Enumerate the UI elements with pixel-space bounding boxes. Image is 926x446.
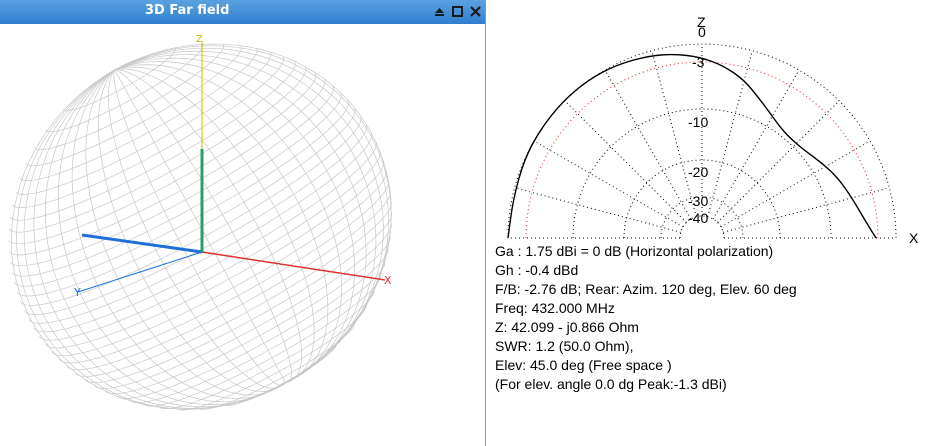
grid-spoke bbox=[720, 140, 871, 228]
grid-spoke bbox=[723, 187, 890, 233]
grid-spoke bbox=[717, 100, 840, 223]
mesh-line bbox=[11, 69, 286, 410]
grid-spoke bbox=[533, 140, 684, 228]
ring-label-0: 0 bbox=[698, 24, 706, 40]
mesh-line bbox=[45, 69, 286, 405]
antenna-info-panel: Ga : 1.75 dBi = 0 dB (Horizontal polariz… bbox=[495, 242, 925, 394]
gain-line: Ga : 1.75 dBi = 0 dB (Horizontal polariz… bbox=[495, 243, 774, 259]
mesh-line bbox=[33, 69, 286, 408]
close-icon[interactable] bbox=[468, 4, 483, 19]
ring-label-3: -3 bbox=[692, 54, 705, 70]
x-axis-label: X bbox=[384, 274, 392, 287]
shade-icon[interactable] bbox=[432, 4, 447, 19]
ring-label-40: -40 bbox=[688, 210, 708, 226]
ring-label-10: -10 bbox=[688, 114, 708, 130]
y-axis bbox=[81, 233, 203, 254]
frequency-line: Freq: 432.000 MHz bbox=[495, 300, 615, 316]
window-title: 3D Far field bbox=[145, 3, 230, 18]
maximize-icon[interactable] bbox=[450, 4, 465, 19]
3d-pattern-canvas[interactable]: X Y Z bbox=[0, 24, 485, 446]
radiation-pattern-mesh bbox=[8, 43, 393, 411]
polar-pattern-plot[interactable]: Z X 0 -3 -10 -20 -30 -40 bbox=[488, 0, 926, 246]
grid-spoke bbox=[712, 69, 800, 220]
ring-label-30: -30 bbox=[688, 193, 708, 209]
mesh-line bbox=[19, 48, 258, 181]
impedance-line: Z: 42.099 - j0.866 Ohm bbox=[495, 319, 639, 335]
grid-spoke bbox=[707, 50, 753, 217]
mesh-line bbox=[158, 288, 375, 410]
grid-spoke bbox=[651, 50, 697, 217]
grid-spoke bbox=[604, 69, 692, 220]
mesh-line bbox=[15, 52, 272, 195]
window-titlebar[interactable]: 3D Far field bbox=[0, 0, 485, 24]
z-axis-label: Z bbox=[196, 34, 203, 45]
far-field-window: 3D Far field X Y Z bbox=[0, 0, 486, 446]
elevation-line: Elev: 45.0 deg (Free space ) bbox=[495, 357, 672, 373]
x-axis bbox=[201, 251, 386, 281]
peak-line: (For elev. angle 0.0 dg Peak:-1.3 dBi) bbox=[495, 376, 727, 392]
front-back-line: F/B: -2.76 dB; Rear: Azim. 120 deg, Elev… bbox=[495, 281, 797, 297]
mesh-line bbox=[114, 69, 287, 384]
mesh-line bbox=[85, 69, 286, 396]
mesh-line bbox=[8, 79, 326, 256]
grid-spoke bbox=[564, 100, 687, 223]
swr-line: SWR: 1.2 (50.0 Ohm), bbox=[495, 338, 634, 354]
grid-spoke bbox=[514, 187, 681, 233]
y-axis-label: Y bbox=[73, 286, 81, 299]
gain-dbd-line: Gh : -0.4 dBd bbox=[495, 262, 579, 278]
ring-label-20: -20 bbox=[688, 164, 708, 180]
mesh-line bbox=[8, 72, 317, 245]
